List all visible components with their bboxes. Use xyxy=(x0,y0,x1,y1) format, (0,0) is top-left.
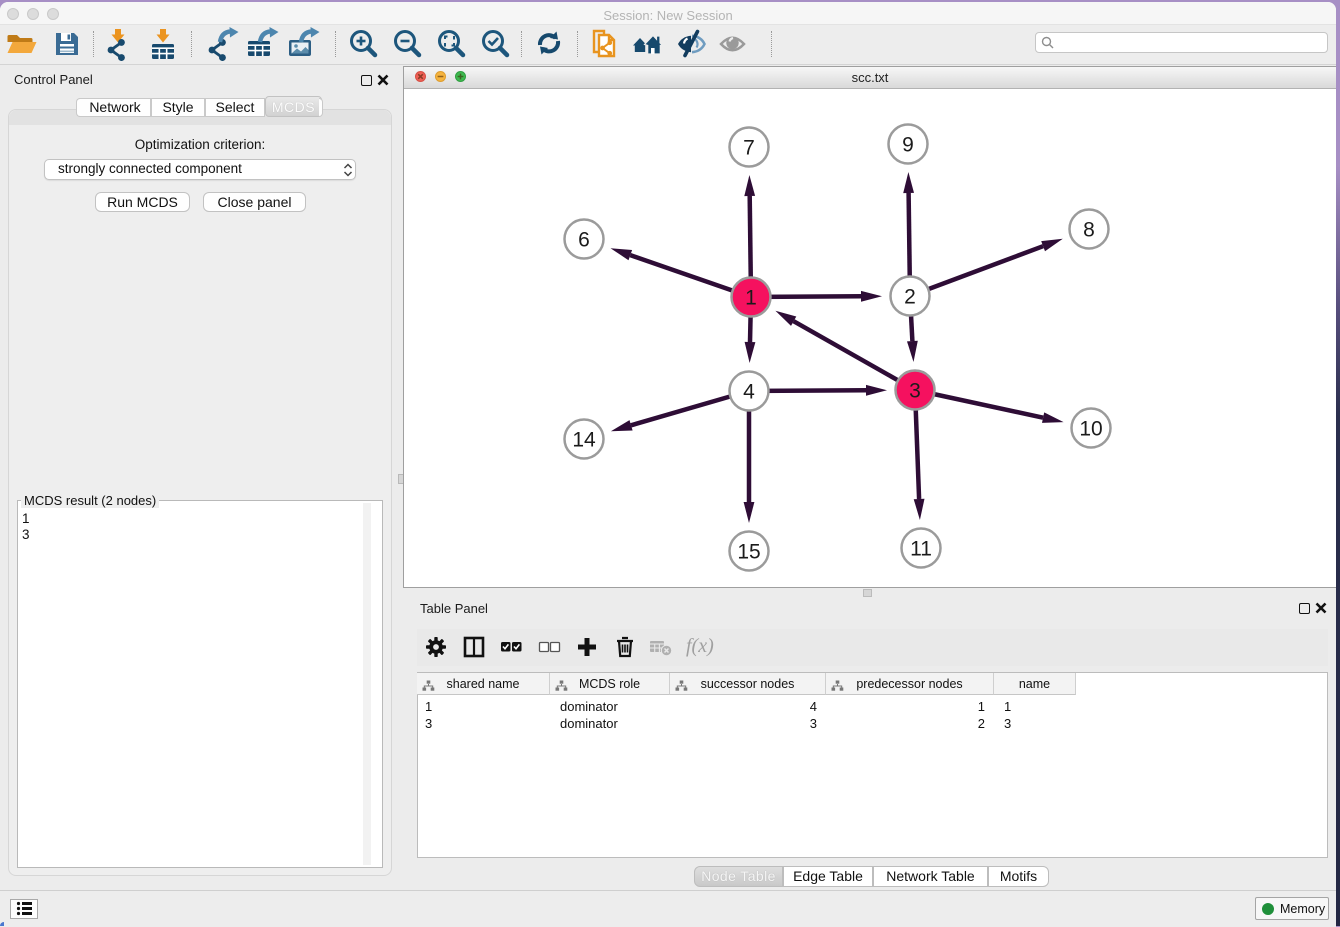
svg-text:9: 9 xyxy=(902,134,914,157)
svg-text:8: 8 xyxy=(1083,219,1095,242)
svg-text:10: 10 xyxy=(1079,418,1102,441)
svg-text:4: 4 xyxy=(743,381,755,404)
svg-text:11: 11 xyxy=(910,538,932,561)
svg-text:15: 15 xyxy=(737,541,760,564)
svg-text:14: 14 xyxy=(572,429,596,452)
svg-text:7: 7 xyxy=(743,137,755,160)
svg-text:3: 3 xyxy=(909,380,921,403)
svg-text:6: 6 xyxy=(578,229,590,252)
svg-text:2: 2 xyxy=(904,286,916,309)
svg-text:1: 1 xyxy=(745,287,757,310)
